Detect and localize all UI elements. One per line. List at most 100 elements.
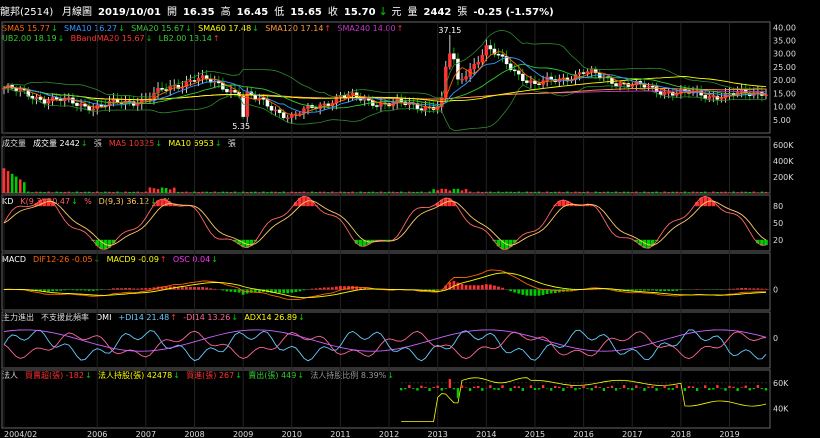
- volume-bar: [428, 191, 431, 193]
- volume-bar: [724, 191, 727, 193]
- volume-bar: [525, 191, 529, 193]
- osc-bar: [643, 289, 646, 291]
- candle-body: [618, 82, 622, 87]
- net-buy-bar: [448, 379, 452, 389]
- candle-body: [764, 94, 768, 97]
- x-tick-label: 2016: [573, 430, 593, 438]
- osc-bar: [71, 289, 75, 291]
- osc-bar: [294, 289, 298, 293]
- candle-body: [472, 63, 476, 70]
- down-arrow-icon: ↓: [215, 139, 222, 148]
- volume-bar: [408, 191, 411, 193]
- net-buy-bar: [586, 388, 589, 389]
- volume-bar: [728, 192, 731, 193]
- up-arrow-icon: ↑: [160, 255, 167, 264]
- osc-bar: [756, 288, 760, 290]
- volume-bar: [43, 192, 46, 193]
- candle-body: [589, 68, 594, 72]
- volume-bar: [343, 191, 346, 193]
- volume-bar: [594, 191, 598, 193]
- macd-legend-item: OSC 0.04: [173, 255, 210, 264]
- candle-body: [484, 45, 489, 56]
- x-tick-label: 2017: [622, 430, 642, 438]
- volume-bar: [590, 192, 594, 193]
- up-arrow-icon: ↑: [170, 313, 177, 322]
- volume-bar: [95, 191, 99, 193]
- x-tick-label: 2019: [719, 430, 739, 438]
- volume-bar: [294, 191, 298, 193]
- volume-bar: [205, 191, 208, 193]
- candle-body: [419, 108, 424, 111]
- volume-bar: [282, 191, 285, 193]
- candle-body: [375, 105, 379, 107]
- candle-body: [229, 90, 233, 93]
- kd-overbought-fill: [703, 196, 708, 207]
- dmi-legend-item: +DI14 21.48: [118, 313, 169, 322]
- osc-bar: [334, 286, 338, 290]
- x-tick-label: 2006: [87, 430, 107, 438]
- volume-legend-item: MA10 6953: [168, 139, 213, 148]
- candle-body: [277, 109, 282, 113]
- volume-bar: [331, 191, 334, 193]
- volume-bar: [760, 191, 764, 193]
- close-label: 收: [328, 5, 338, 18]
- volume-bar: [736, 192, 739, 193]
- volume-bar: [197, 192, 200, 193]
- osc-bar: [225, 289, 229, 292]
- candle-body: [269, 105, 274, 111]
- net-buy-bar: [493, 388, 496, 390]
- osc-bar: [533, 289, 537, 296]
- volume-bar: [209, 192, 213, 193]
- open-label: 開: [167, 6, 177, 18]
- osc-bar: [655, 289, 658, 291]
- net-buy-bar: [468, 388, 472, 392]
- candle-body: [452, 53, 456, 60]
- volume-legend-item: MA5 10325: [109, 139, 154, 148]
- candle-body: [423, 106, 428, 111]
- y-tick-label: 600K: [773, 141, 794, 150]
- volume-label: 量: [408, 6, 418, 18]
- volume-bar: [128, 191, 131, 193]
- osc-bar: [521, 289, 525, 295]
- osc-bar: [132, 288, 136, 290]
- net-buy-bar: [663, 385, 666, 389]
- candle-body: [225, 89, 229, 93]
- up-arrow-icon: ↑: [397, 24, 404, 33]
- inst-legend-item: 賣出(張) 449: [248, 370, 296, 380]
- osc-bar: [468, 285, 472, 290]
- osc-bar: [529, 289, 533, 296]
- net-buy-bar: [472, 386, 476, 389]
- candle-body: [512, 69, 517, 72]
- volume-bar: [347, 191, 350, 193]
- y-tick-label: 400K: [773, 157, 794, 166]
- candle-body: [525, 80, 529, 83]
- kd-oversold-fill: [764, 239, 768, 246]
- net-buy-bar: [562, 388, 565, 392]
- candle-body: [233, 90, 237, 93]
- price-legend-item: SMA240 14.00: [337, 24, 395, 33]
- osc-bar: [310, 288, 314, 290]
- osc-bar: [436, 289, 440, 291]
- osc-bar: [679, 289, 683, 291]
- volume-bar: [375, 192, 379, 193]
- volume-bar: [359, 191, 362, 193]
- volume-bar: [513, 192, 517, 193]
- down-arrow-icon: ↓: [173, 371, 180, 380]
- net-buy-bar: [618, 388, 622, 389]
- volume-bar: [610, 192, 614, 193]
- net-buy-bar: [712, 388, 715, 390]
- osc-bar: [302, 289, 306, 291]
- osc-bar: [249, 289, 253, 293]
- low-annotation: 5.35: [232, 122, 250, 131]
- kd-legend-item: D(9,3) 36.12: [99, 197, 150, 206]
- volume-bar: [290, 191, 294, 193]
- volume-bar: [614, 191, 618, 193]
- volume-bar: [270, 191, 273, 193]
- osc-bar: [509, 289, 513, 292]
- volume-bar: [707, 192, 711, 193]
- net-buy-bar: [610, 385, 614, 389]
- net-buy-bar: [570, 385, 573, 389]
- osc-bar: [180, 287, 184, 290]
- down-arrow-icon: ↓: [85, 371, 92, 380]
- net-buy-bar: [428, 388, 431, 392]
